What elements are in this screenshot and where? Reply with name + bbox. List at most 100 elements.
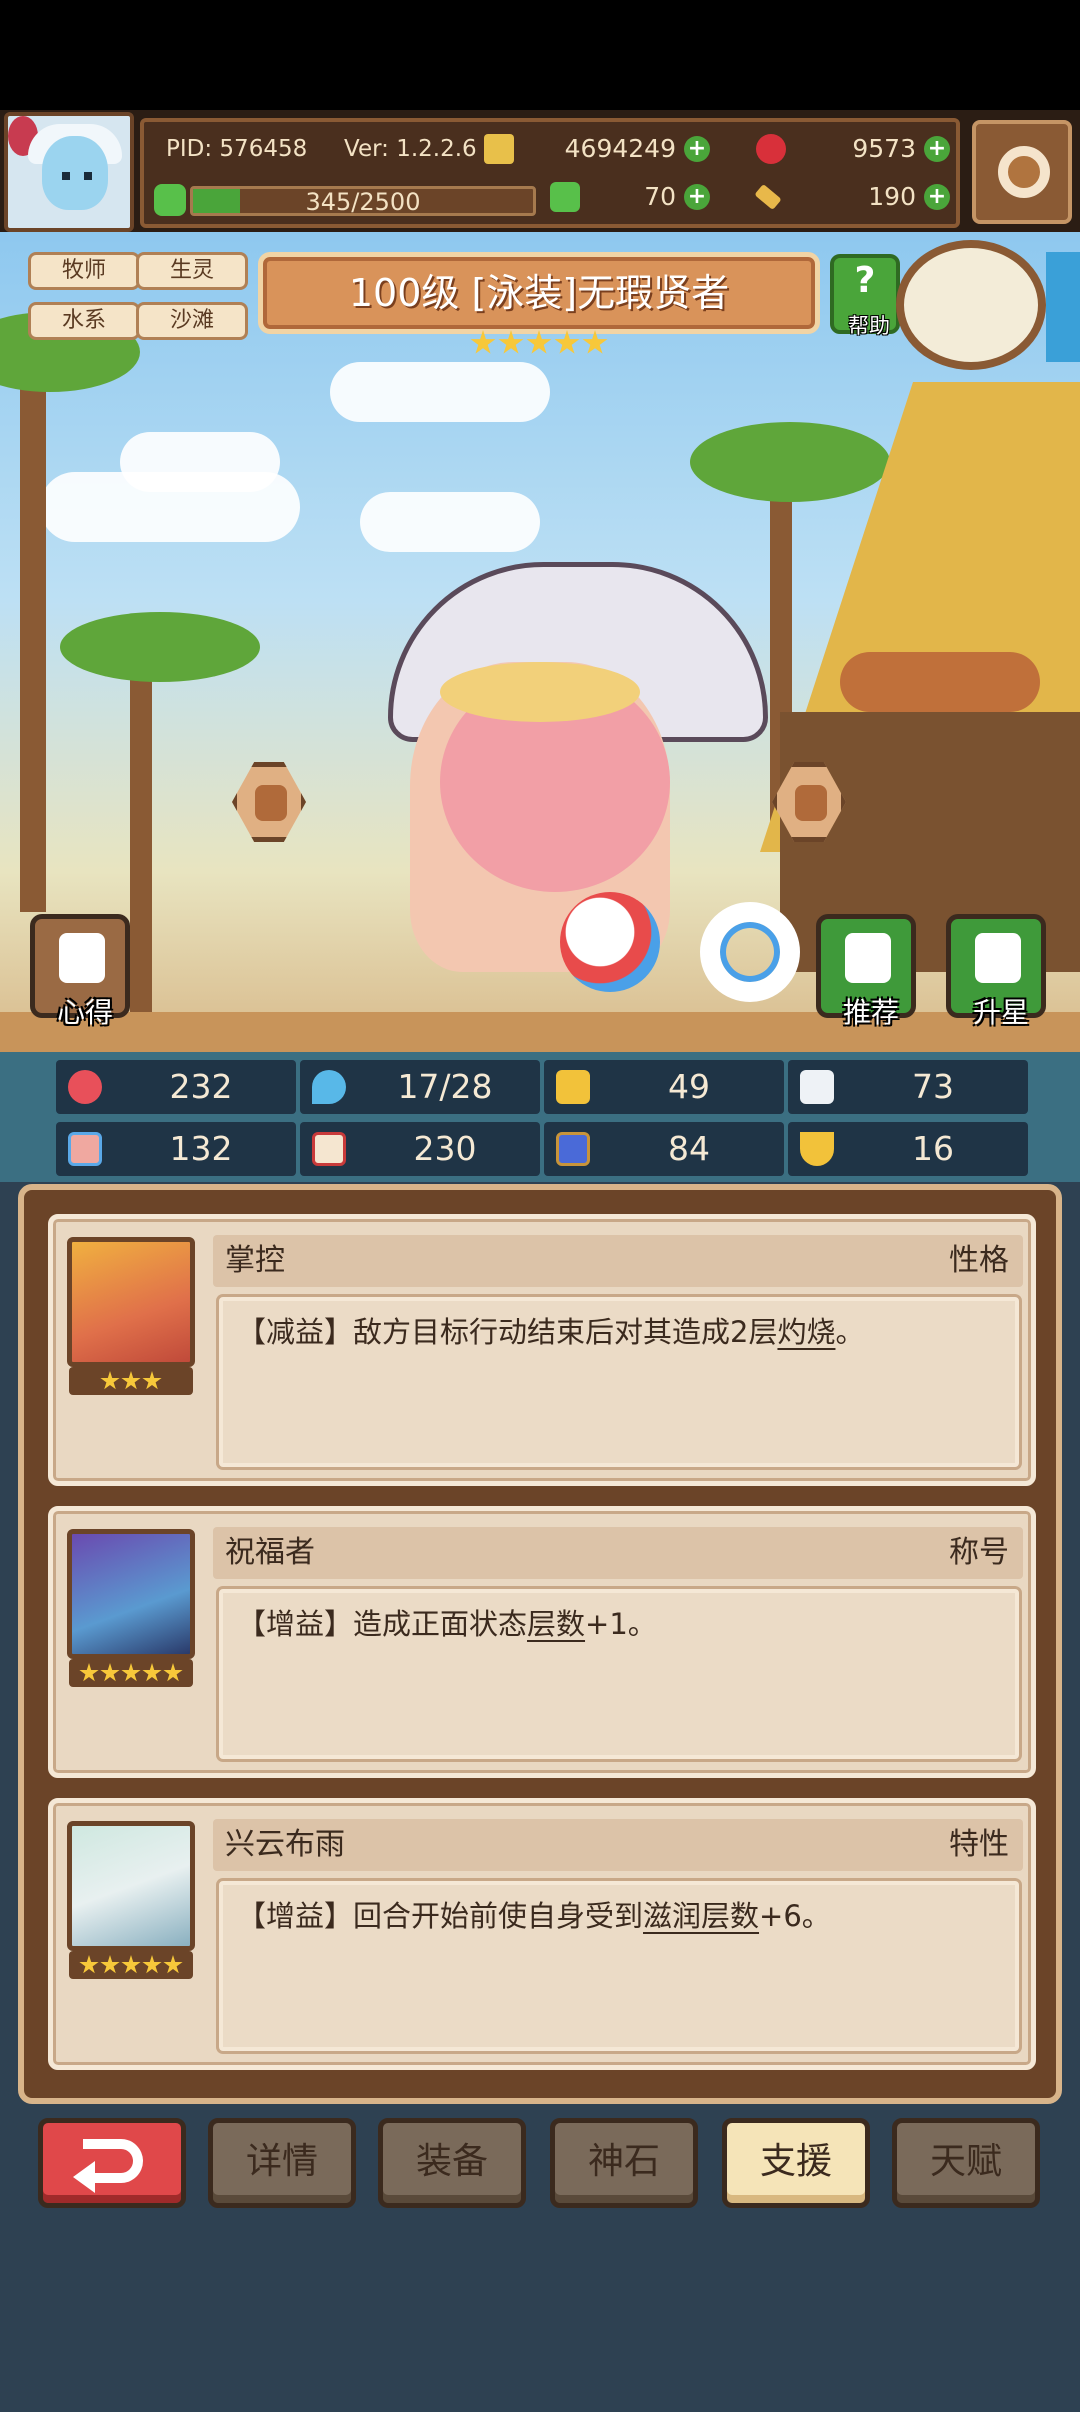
xp-track: 345/2500 [190,186,536,216]
star-icon [554,330,580,354]
avatar-face [42,136,108,210]
desc-text: +1。 [585,1607,657,1641]
tag-element: 水系 [28,302,140,340]
upgrade-star-button[interactable]: 升星 [946,914,1046,1029]
support-description: 【减益】敌方目标行动结束后对其造成2层灼烧。 [237,1311,864,1353]
notes-label: 心得 [56,996,113,1029]
palm-trunk [130,652,152,1012]
star-icon [121,1663,141,1682]
beach-ball [560,892,660,992]
thumbs-up-icon [845,933,891,983]
support-description-box: 【增益】造成正面状态层数+1。 [219,1589,1019,1759]
horseshoe-icon [800,1132,834,1166]
hero-hat [440,662,640,722]
xp-icon [154,184,186,216]
recommend-button[interactable]: 推荐 [816,914,916,1029]
palm-leaves [60,612,260,682]
stat-luck-value: 16 [912,1129,954,1168]
support-description: 【增益】造成正面状态层数+1。 [237,1603,657,1645]
keyword-link[interactable]: 灼烧 [777,1315,835,1349]
star-up-icon [975,933,1021,983]
notes-icon [59,933,105,983]
ruby-resource: 9573 + [756,132,956,168]
add-key-button[interactable]: + [924,184,950,210]
keyword-link[interactable]: 层数 [527,1607,585,1641]
support-name-bar: 兴云布雨 特性 [213,1819,1023,1871]
star-icon [100,1371,120,1390]
stat-mana-value: 17/28 [397,1067,493,1106]
notes-button[interactable]: 心得 [30,914,130,1029]
star-icon [79,1663,99,1682]
help-button[interactable]: ? 帮助 [830,254,900,338]
star-icon [498,330,524,354]
support-name: 祝福者 [225,1535,315,1570]
recommend-label: 推荐 [842,996,899,1029]
water-drop-icon [312,1070,346,1104]
support-card[interactable]: 祝福者 称号 【增益】造成正面状态层数+1。 [48,1506,1036,1778]
cloud [120,432,280,492]
back-arrow-head [73,2161,95,2193]
support-portrait [67,1237,195,1367]
star-icon [526,330,552,354]
stat-speed-value: 73 [912,1067,954,1106]
stat-hp-value: 232 [169,1067,233,1106]
heart-icon [68,1070,102,1104]
support-card[interactable]: 兴云布雨 特性 【增益】回合开始前使自身受到滋润层数+6。 [48,1798,1036,2070]
tab-equipment[interactable]: 装备 [378,2118,526,2208]
tab-godstone[interactable]: 神石 [550,2118,698,2208]
support-name: 掌控 [225,1243,285,1278]
ruby-icon [756,134,786,164]
status-bar [0,0,1080,110]
settings-button[interactable] [972,120,1072,224]
arrow-left-icon [255,785,287,821]
support-description-box: 【减益】敌方目标行动结束后对其造成2层灼烧。 [219,1297,1019,1467]
support-type: 称号 [949,1535,1009,1570]
desc-text: 【增益】造成正面状态 [237,1607,528,1641]
coin-icon [484,134,514,164]
beach-sign [1046,252,1080,362]
stat-speed: 73 [788,1060,1028,1114]
tab-support[interactable]: 支援 [722,2118,870,2208]
fist-icon [68,1132,102,1166]
arrow-right-icon [795,785,827,821]
player-id: PID: 576458 [166,136,308,162]
hero-title-banner: 100级 [泳装]无瑕贤者 [258,252,820,334]
upgrade-label: 升星 [972,996,1029,1029]
tab-talent-label: 天赋 [929,2141,1002,2182]
tab-equipment-label: 装备 [415,2141,488,2182]
palm-trunk [20,352,46,912]
tag-theme: 沙滩 [136,302,248,340]
wing-icon [800,1070,834,1104]
star-icon [121,1955,141,1974]
support-name-bar: 祝福者 称号 [213,1527,1023,1579]
player-avatar[interactable] [4,112,134,232]
desc-text: 【减益】敌方目标行动结束后对其造成2层 [237,1315,778,1349]
xp-value: 345/2500 [305,188,421,216]
back-button[interactable] [38,2118,186,2208]
support-name: 兴云布雨 [225,1827,345,1862]
swim-ring [700,902,800,1002]
support-portrait [67,1529,195,1659]
support-card[interactable]: 掌控 性格 【减益】敌方目标行动结束后对其造成2层灼烧。 [48,1214,1036,1486]
coconut-decoration [896,240,1046,370]
add-gold-button[interactable]: + [684,136,710,162]
add-clover-button[interactable]: + [684,184,710,210]
ruby-value: 9573 [852,134,916,163]
add-ruby-button[interactable]: + [924,136,950,162]
keyword-link[interactable]: 滋润层数 [643,1899,759,1933]
stat-attack-value: 132 [169,1129,233,1168]
star-icon [163,1955,183,1974]
cloud [330,362,550,422]
star-icon [470,330,496,354]
experience-bar: 345/2500 [154,182,544,218]
tab-godstone-label: 神石 [587,2141,660,2182]
tab-details-label: 详情 [245,2141,318,2182]
support-description-box: 【增益】回合开始前使自身受到滋润层数+6。 [219,1881,1019,2051]
stat-defense: 49 [544,1060,784,1114]
tab-talent[interactable]: 天赋 [892,2118,1040,2208]
star-icon [163,1663,183,1682]
stat-magic: 230 [300,1122,540,1176]
star-icon [100,1955,120,1974]
desc-text: 【增益】回合开始前使自身受到 [237,1899,644,1933]
tab-details[interactable]: 详情 [208,2118,356,2208]
